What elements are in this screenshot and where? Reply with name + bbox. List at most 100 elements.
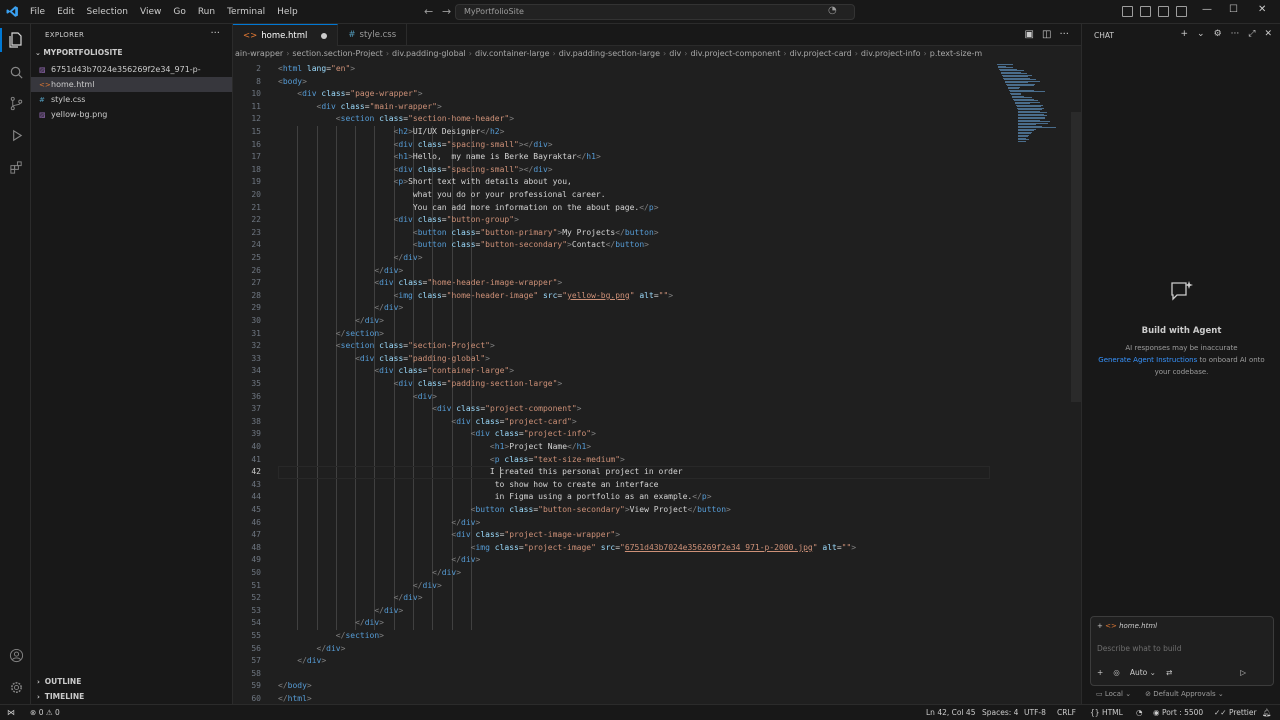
code-line[interactable]: 38 <div class="project-card"> <box>233 416 993 429</box>
code-line[interactable]: 41 <p class="text-size-medium"> <box>233 454 993 467</box>
unsaved-dot-icon[interactable] <box>321 32 328 39</box>
code-line[interactable]: 28 <img class="home-header-image" src="y… <box>233 290 993 303</box>
code-line[interactable]: 27 <div class="home-header-image-wrapper… <box>233 277 993 290</box>
forward-arrow-icon[interactable]: → <box>442 5 451 18</box>
code-line[interactable]: 51 </div> <box>233 580 993 593</box>
code-line[interactable]: 30 </div> <box>233 315 993 328</box>
indentation[interactable]: Spaces: 4 <box>982 708 1018 717</box>
code-line[interactable]: 36 <div> <box>233 391 993 404</box>
menu-view[interactable]: View <box>134 0 167 24</box>
cursor-position[interactable]: Ln 42, Col 45 <box>926 708 975 717</box>
code-line[interactable]: 57 </div> <box>233 655 993 668</box>
breadcrumb-item[interactable]: div.project-info <box>861 49 921 58</box>
code-line[interactable]: 12 <section class="section-home-header"> <box>233 113 993 126</box>
new-chat-icon[interactable]: + <box>1180 29 1188 39</box>
notifications-bell-icon[interactable]: 🔔︎ <box>1262 708 1272 717</box>
add-icon[interactable]: + <box>1097 668 1103 677</box>
code-line[interactable]: 16 <div class="spacing-small"></div> <box>233 139 993 152</box>
menu-file[interactable]: File <box>24 0 51 24</box>
menu-selection[interactable]: Selection <box>81 0 134 24</box>
code-line[interactable]: 26 </div> <box>233 265 993 278</box>
code-line[interactable]: 10 <div class="page-wrapper"> <box>233 88 993 101</box>
encoding[interactable]: UTF-8 <box>1024 708 1046 717</box>
breadcrumb-item[interactable]: div.padding-section-large <box>559 49 660 58</box>
close-icon[interactable]: ✕ <box>1264 29 1272 39</box>
code-line[interactable]: 46 </div> <box>233 517 993 530</box>
open-preview-icon[interactable]: ▣ <box>1025 29 1034 40</box>
code-line[interactable]: 53 </div> <box>233 605 993 618</box>
context-chip[interactable]: + <> home.html <box>1097 622 1157 630</box>
split-editor-icon[interactable]: ◫ <box>1042 29 1051 40</box>
code-line[interactable]: 31 </section> <box>233 328 993 341</box>
workspace-folder[interactable]: ⌄ MYPORTFOLIOSITE <box>35 48 123 57</box>
close-window-icon[interactable]: ✕ <box>1258 4 1266 15</box>
code-line[interactable]: 15 <h2>UI/UX Designer</h2> <box>233 126 993 139</box>
maximize-icon[interactable]: ☐ <box>1229 4 1238 15</box>
code-line[interactable]: 17 <h1>Hello, my name is Berke Bayraktar… <box>233 151 993 164</box>
code-line[interactable]: 45 <button class="button-secondary">View… <box>233 504 993 517</box>
code-line[interactable]: 48 <img class="project-image" src="6751d… <box>233 542 993 555</box>
tab-home-html[interactable]: <> home.html <box>233 24 339 46</box>
run-debug-icon[interactable] <box>8 127 24 143</box>
code-line[interactable]: 47 <div class="project-image-wrapper"> <box>233 529 993 542</box>
generate-instructions-link[interactable]: Generate Agent Instructions <box>1098 356 1197 364</box>
problems-indicator[interactable]: ⊗ 0 ⚠ 0 <box>30 708 60 717</box>
breadcrumb-item[interactable]: div.padding-global <box>392 49 466 58</box>
send-icon[interactable]: ▷ <box>1240 668 1246 677</box>
tools-icon[interactable]: ◎ <box>1113 668 1120 677</box>
settings-icon[interactable]: ⚙ <box>1214 29 1222 39</box>
settings-gear-icon[interactable] <box>8 679 24 695</box>
code-line[interactable]: 29 </div> <box>233 302 993 315</box>
chat-input-box[interactable]: + <> home.html Describe what to build + … <box>1090 616 1274 686</box>
code-line[interactable]: 20 what you do or your professional care… <box>233 189 993 202</box>
code-line[interactable]: 58 <box>233 668 993 681</box>
live-server[interactable]: ◉ Port : 5500 <box>1153 708 1203 717</box>
line-ending[interactable]: CRLF <box>1057 708 1076 717</box>
tab-style-css[interactable]: # style.css <box>338 24 408 46</box>
toggle-secondary-sidebar-icon[interactable] <box>1176 6 1187 17</box>
code-line[interactable]: 52 </div> <box>233 592 993 605</box>
code-line[interactable]: 24 <button class="button-secondary">Cont… <box>233 239 993 252</box>
tools-config-icon[interactable]: ⇄ <box>1166 668 1172 677</box>
menu-help[interactable]: Help <box>271 0 304 24</box>
code-line[interactable]: 23 <button class="button-primary">My Pro… <box>233 227 993 240</box>
add-context-icon[interactable]: + <box>1097 622 1103 630</box>
code-line[interactable]: 44 in Figma using a portfolio as an exam… <box>233 491 993 504</box>
code-line[interactable]: 55 </section> <box>233 630 993 643</box>
account-icon[interactable] <box>8 647 24 663</box>
search-icon[interactable] <box>8 64 24 80</box>
code-line[interactable]: 34 <div class="container-large"> <box>233 365 993 378</box>
code-line[interactable]: 18 <div class="spacing-small"></div> <box>233 164 993 177</box>
toggle-layout-icon[interactable] <box>1122 6 1133 17</box>
menu-edit[interactable]: Edit <box>51 0 80 24</box>
minimize-icon[interactable]: — <box>1202 4 1212 15</box>
code-line[interactable]: 43 to show how to create an interface <box>233 479 993 492</box>
local-select[interactable]: ▭ Local ⌄ <box>1096 690 1131 698</box>
file-item[interactable]: ▨6751d43b7024e356269f2e34_971-p-2000.jpg <box>31 62 232 90</box>
language-mode[interactable]: {} HTML <box>1090 708 1123 717</box>
maximize-panel-icon[interactable]: ⤢ <box>1248 29 1255 39</box>
code-line[interactable]: 37 <div class="project-component"> <box>233 403 993 416</box>
remote-icon[interactable]: ⋈ <box>0 705 22 720</box>
code-line[interactable]: 11 <div class="main-wrapper"> <box>233 101 993 114</box>
code-line[interactable]: 40 <h1>Project Name</h1> <box>233 441 993 454</box>
breadcrumb-item[interactable]: p.text-size-m <box>930 49 983 58</box>
code-line[interactable]: 33 <div class="padding-global"> <box>233 353 993 366</box>
timeline-section[interactable]: › TIMELINE <box>37 692 84 701</box>
more-actions-icon[interactable]: ··· <box>210 28 220 39</box>
code-line[interactable]: 8 <body> <box>233 76 993 89</box>
copilot-status-icon[interactable]: ◔ <box>1136 708 1143 717</box>
outline-section[interactable]: › OUTLINE <box>37 677 81 686</box>
code-line[interactable]: 25 </div> <box>233 252 993 265</box>
file-item[interactable]: # style.css <box>31 92 232 107</box>
prettier-status[interactable]: ✓✓ Prettier <box>1214 708 1257 717</box>
file-item[interactable]: ▨ yellow-bg.png <box>31 107 232 122</box>
breadcrumb-item[interactable]: div.container-large <box>475 49 550 58</box>
breadcrumb-item[interactable]: div.project-card <box>790 49 852 58</box>
approvals-select[interactable]: ⊘ Default Approvals ⌄ <box>1145 690 1224 698</box>
chevron-down-icon[interactable]: ⌄ <box>1197 29 1205 39</box>
toggle-sidebar-icon[interactable] <box>1140 6 1151 17</box>
code-line[interactable]: 22 <div class="button-group"> <box>233 214 993 227</box>
code-line[interactable]: 54 </div> <box>233 617 993 630</box>
code-line[interactable]: 21 You can add more information on the a… <box>233 202 993 215</box>
